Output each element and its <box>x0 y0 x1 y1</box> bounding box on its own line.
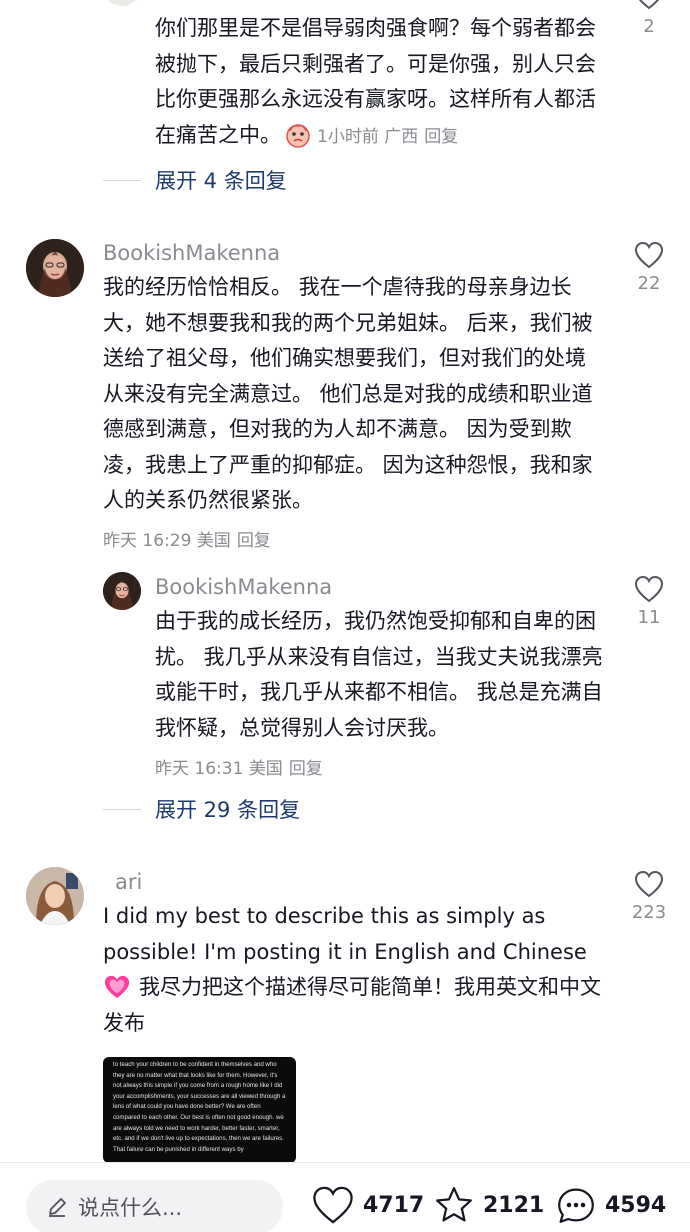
like-count: 2 <box>643 16 655 37</box>
like-button[interactable]: 22 <box>624 241 674 294</box>
reply-button[interactable]: 回复 <box>289 759 323 779</box>
heart-icon <box>313 1186 353 1224</box>
cry-face-icon <box>285 122 311 148</box>
comment-input-placeholder: 说点什么... <box>78 1196 183 1220</box>
comment-text: I did my best to describe this as simply… <box>103 904 601 1035</box>
pink-heart-icon <box>103 974 130 1000</box>
heart-icon <box>634 870 664 898</box>
avatar[interactable] <box>102 0 142 6</box>
heart-icon <box>634 241 664 269</box>
username[interactable]: BookishMakenna <box>155 575 332 599</box>
heart-icon <box>634 575 664 603</box>
comment-input[interactable]: 说点什么... <box>26 1180 283 1232</box>
comment-text: 我的经历恰恰相反。 我在一个虐待我的母亲身边长大，她不想要我和我的两个兄弟姐妹。… <box>103 275 593 512</box>
star-icon <box>436 1187 472 1222</box>
bottom-bar: 说点什么... 4717 2121 4594 <box>0 1162 690 1232</box>
comment-total: 4594 <box>605 1192 667 1218</box>
comment-meta: 昨天 16:31 美国 回复 <box>155 759 323 779</box>
favorite-action-button[interactable]: 2121 <box>433 1185 544 1225</box>
expand-replies-button[interactable]: 展开 4 条回复 <box>103 165 287 195</box>
comment-text: 你们那里是不是倡导弱肉强食啊？每个弱者都会被抛下，最后只剩强者了。可是你强，别人… <box>155 16 596 148</box>
like-button[interactable] <box>624 0 674 10</box>
avatar[interactable] <box>26 867 84 925</box>
username[interactable]: ari <box>115 870 142 894</box>
image-text: to teach your children to be confident i… <box>113 1061 286 1153</box>
comment-meta: 1小时前 广西 回复 <box>317 126 459 147</box>
avatar[interactable] <box>103 572 141 610</box>
comment-action-button[interactable]: 4594 <box>555 1185 666 1225</box>
expand-replies-label: 展开 4 条回复 <box>155 169 287 193</box>
comment-text: 由于我的成长经历，我仍然饱受抑郁和自卑的困扰。 我几乎从来没有自信过，当我丈夫说… <box>155 609 603 740</box>
divider <box>103 179 141 181</box>
comment-meta: 昨天 16:29 美国 回复 <box>103 531 271 551</box>
expand-replies-label: 展开 29 条回复 <box>155 798 301 822</box>
heart-icon <box>638 0 660 10</box>
pencil-icon <box>49 1198 66 1217</box>
reply-button[interactable]: 回复 <box>424 127 458 147</box>
like-count: 11 <box>637 607 661 628</box>
chat-bubble-icon <box>558 1188 594 1223</box>
avatar[interactable] <box>26 239 84 297</box>
favorite-total: 2121 <box>483 1192 545 1218</box>
reply-button[interactable]: 回复 <box>237 531 271 551</box>
expand-replies-button[interactable]: 展开 29 条回复 <box>103 794 300 824</box>
username[interactable]: BookishMakenna <box>103 241 280 265</box>
like-total: 4717 <box>363 1192 425 1218</box>
like-count: 223 <box>631 902 667 923</box>
like-action-button[interactable]: 4717 <box>311 1185 424 1225</box>
like-button[interactable]: 223 <box>624 870 674 923</box>
divider <box>103 808 141 810</box>
like-button[interactable]: 11 <box>624 575 674 628</box>
comment-image[interactable]: to teach your children to be confident i… <box>103 1057 296 1163</box>
like-count: 22 <box>637 273 661 294</box>
